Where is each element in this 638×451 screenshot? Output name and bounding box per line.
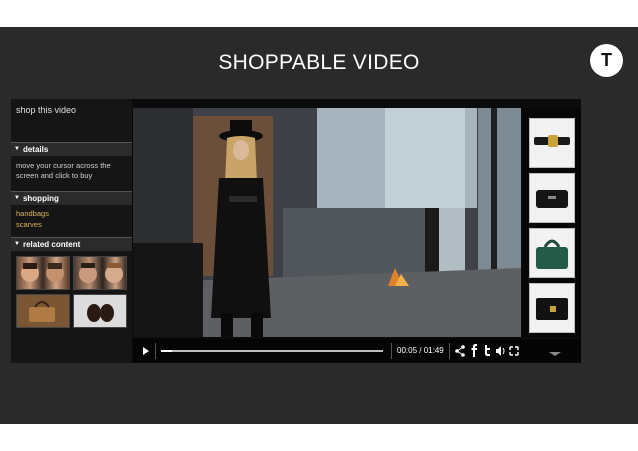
fullscreen-icon: [509, 346, 519, 356]
section-label: related content: [22, 240, 81, 249]
sidebar-heading: shop this video: [16, 105, 77, 115]
slide: SHOPPABLE VIDEO T shop this video ▼ detai…: [0, 27, 638, 424]
shoes-image: [74, 295, 126, 327]
volume-icon: [496, 346, 505, 356]
twitter-icon: [485, 345, 490, 356]
video-player: shop this video ▼ details move your curso…: [11, 99, 581, 363]
video-frame[interactable]: [133, 108, 521, 337]
divider: [449, 343, 450, 359]
wallet-icon: [536, 298, 568, 320]
section-label: details: [22, 145, 49, 154]
progress-bar[interactable]: [161, 350, 383, 352]
collapse-icon: ▼: [14, 195, 20, 202]
section-details[interactable]: ▼ details: [11, 142, 132, 156]
video-scene-image: [133, 108, 521, 337]
shop-sidebar: shop this video ▼ details move your curso…: [11, 99, 132, 363]
play-button[interactable]: [141, 339, 151, 372]
share-icon: [455, 345, 465, 357]
scroll-down-icon: [549, 352, 561, 356]
divider: [155, 343, 156, 359]
related-thumbnail[interactable]: [16, 256, 70, 290]
shop-link-handbags[interactable]: handbags: [16, 209, 49, 218]
total-time: 01:49: [423, 346, 444, 355]
product-wallet[interactable]: [529, 283, 575, 333]
product-strip: [522, 108, 581, 337]
slide-title: SHOPPABLE VIDEO: [218, 51, 420, 74]
faces-image: [79, 263, 123, 283]
play-icon: [143, 347, 149, 355]
current-time: 00:05: [397, 346, 418, 355]
related-thumbnail[interactable]: [16, 294, 70, 328]
brand-logo: T: [590, 44, 623, 77]
time-display: 00:05 / 01:49: [397, 339, 444, 363]
clutch-icon: [536, 190, 568, 208]
related-thumbnail[interactable]: [73, 294, 127, 328]
fullscreen-button[interactable]: [509, 339, 519, 372]
section-related-content[interactable]: ▼ related content: [11, 237, 132, 251]
section-label: shopping: [22, 194, 59, 203]
player-controls: 00:05 / 01:49: [133, 339, 581, 363]
bag-image: [17, 295, 69, 327]
progress-fill: [161, 350, 173, 352]
section-shopping[interactable]: ▼ shopping: [11, 191, 132, 205]
details-text: move your cursor across the screen and c…: [16, 161, 111, 180]
handbag-icon: [536, 239, 568, 269]
divider: [391, 343, 392, 359]
time-separator: /: [419, 346, 422, 355]
product-scroll-button[interactable]: [547, 339, 563, 372]
product-belt[interactable]: [529, 118, 575, 168]
twitter-button[interactable]: [483, 339, 492, 372]
related-thumbnail[interactable]: [73, 256, 127, 290]
faces-image: [21, 263, 64, 282]
belt-icon: [534, 135, 570, 147]
share-button[interactable]: [455, 339, 465, 372]
shop-link-scarves[interactable]: scarves: [16, 220, 42, 229]
volume-button[interactable]: [495, 339, 506, 372]
product-handbag[interactable]: [529, 228, 575, 278]
facebook-icon: [471, 344, 477, 357]
collapse-icon: ▼: [14, 241, 20, 248]
collapse-icon: ▼: [14, 146, 20, 153]
facebook-button[interactable]: [470, 339, 478, 373]
product-clutch[interactable]: [529, 173, 575, 223]
